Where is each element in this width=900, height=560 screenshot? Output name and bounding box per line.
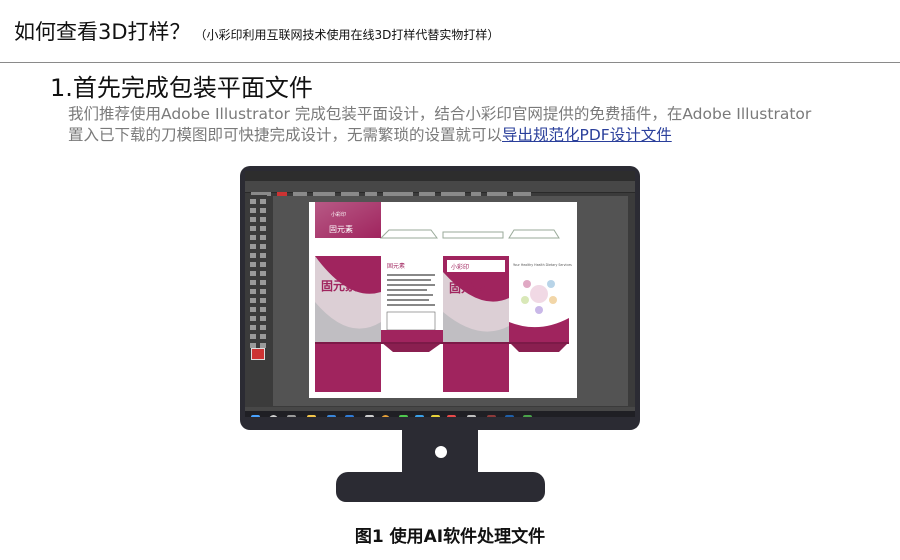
monitor-base [336, 472, 545, 502]
page-title: 如何查看3D打样？ （小彩印利用互联网技术使用在线3D打样代替实物打样） [14, 20, 500, 44]
section-title: 1.首先完成包装平面文件 [50, 74, 313, 102]
start-icon[interactable] [251, 415, 260, 417]
windows-taskbar [245, 411, 635, 417]
app-gray-icon[interactable] [467, 415, 476, 417]
lid-product-text: 固元素 [329, 224, 353, 234]
edge-icon[interactable] [345, 415, 354, 417]
front-product-name: 固元素 [321, 278, 357, 293]
monitor-illustration: 小彩印 固元素 固元素 固元素 小彩印 固元素 Your Healthy Hea… [240, 166, 640, 430]
photoshop-taskbar-icon[interactable] [505, 415, 514, 417]
wechat-icon[interactable] [399, 415, 408, 417]
folder-icon[interactable] [307, 415, 316, 417]
chrome-icon[interactable] [381, 415, 390, 417]
illustrator-screenshot: 小彩印 固元素 固元素 固元素 小彩印 固元素 Your Healthy Hea… [245, 171, 635, 417]
artboard: 小彩印 固元素 固元素 固元素 小彩印 固元素 Your Healthy Hea… [309, 202, 577, 398]
section-paragraph: 我们推荐使用Adobe Illustrator 完成包装平面设计，结合小彩印官网… [68, 104, 828, 146]
control-bar [245, 181, 635, 196]
app-red-icon[interactable] [447, 415, 456, 417]
tools-panel [247, 195, 267, 400]
paint-icon[interactable] [431, 415, 440, 417]
side-product-name: 固元素 [387, 262, 405, 270]
paragraph-text: 我们推荐使用Adobe Illustrator 完成包装平面设计，结合小彩印官网… [68, 105, 812, 144]
monitor-power-dot [435, 446, 447, 458]
app-menubar [245, 171, 635, 186]
export-pdf-link[interactable]: 导出规范化PDF设计文件 [502, 126, 672, 144]
illustrator-taskbar-icon[interactable] [487, 415, 496, 417]
app-icon[interactable] [365, 415, 374, 417]
task-view-icon[interactable] [287, 415, 296, 417]
store-icon[interactable] [327, 415, 336, 417]
canvas-area: 小彩印 固元素 固元素 固元素 小彩印 固元素 Your Healthy Hea… [273, 196, 628, 406]
back-heading: Your Healthy Health Dietary Services [513, 263, 572, 267]
front-brand-text: 小彩印 [451, 263, 469, 271]
excel-taskbar-icon[interactable] [523, 415, 532, 417]
front-product-name-2: 固元素 [449, 280, 485, 295]
page-subtitle: （小彩印利用互联网技术使用在线3D打样代替实物打样） [194, 28, 500, 42]
dieline-artwork: 小彩印 固元素 固元素 固元素 小彩印 固元素 Your Healthy Hea… [315, 202, 572, 392]
page-header: 如何查看3D打样？ （小彩印利用互联网技术使用在线3D打样代替实物打样） [0, 0, 900, 62]
messenger-icon[interactable] [415, 415, 424, 417]
search-icon[interactable] [269, 415, 278, 417]
figure-caption: 图1 使用AI软件处理文件 [354, 527, 546, 547]
header-divider [0, 62, 900, 63]
lid-brand-text: 小彩印 [331, 211, 346, 218]
